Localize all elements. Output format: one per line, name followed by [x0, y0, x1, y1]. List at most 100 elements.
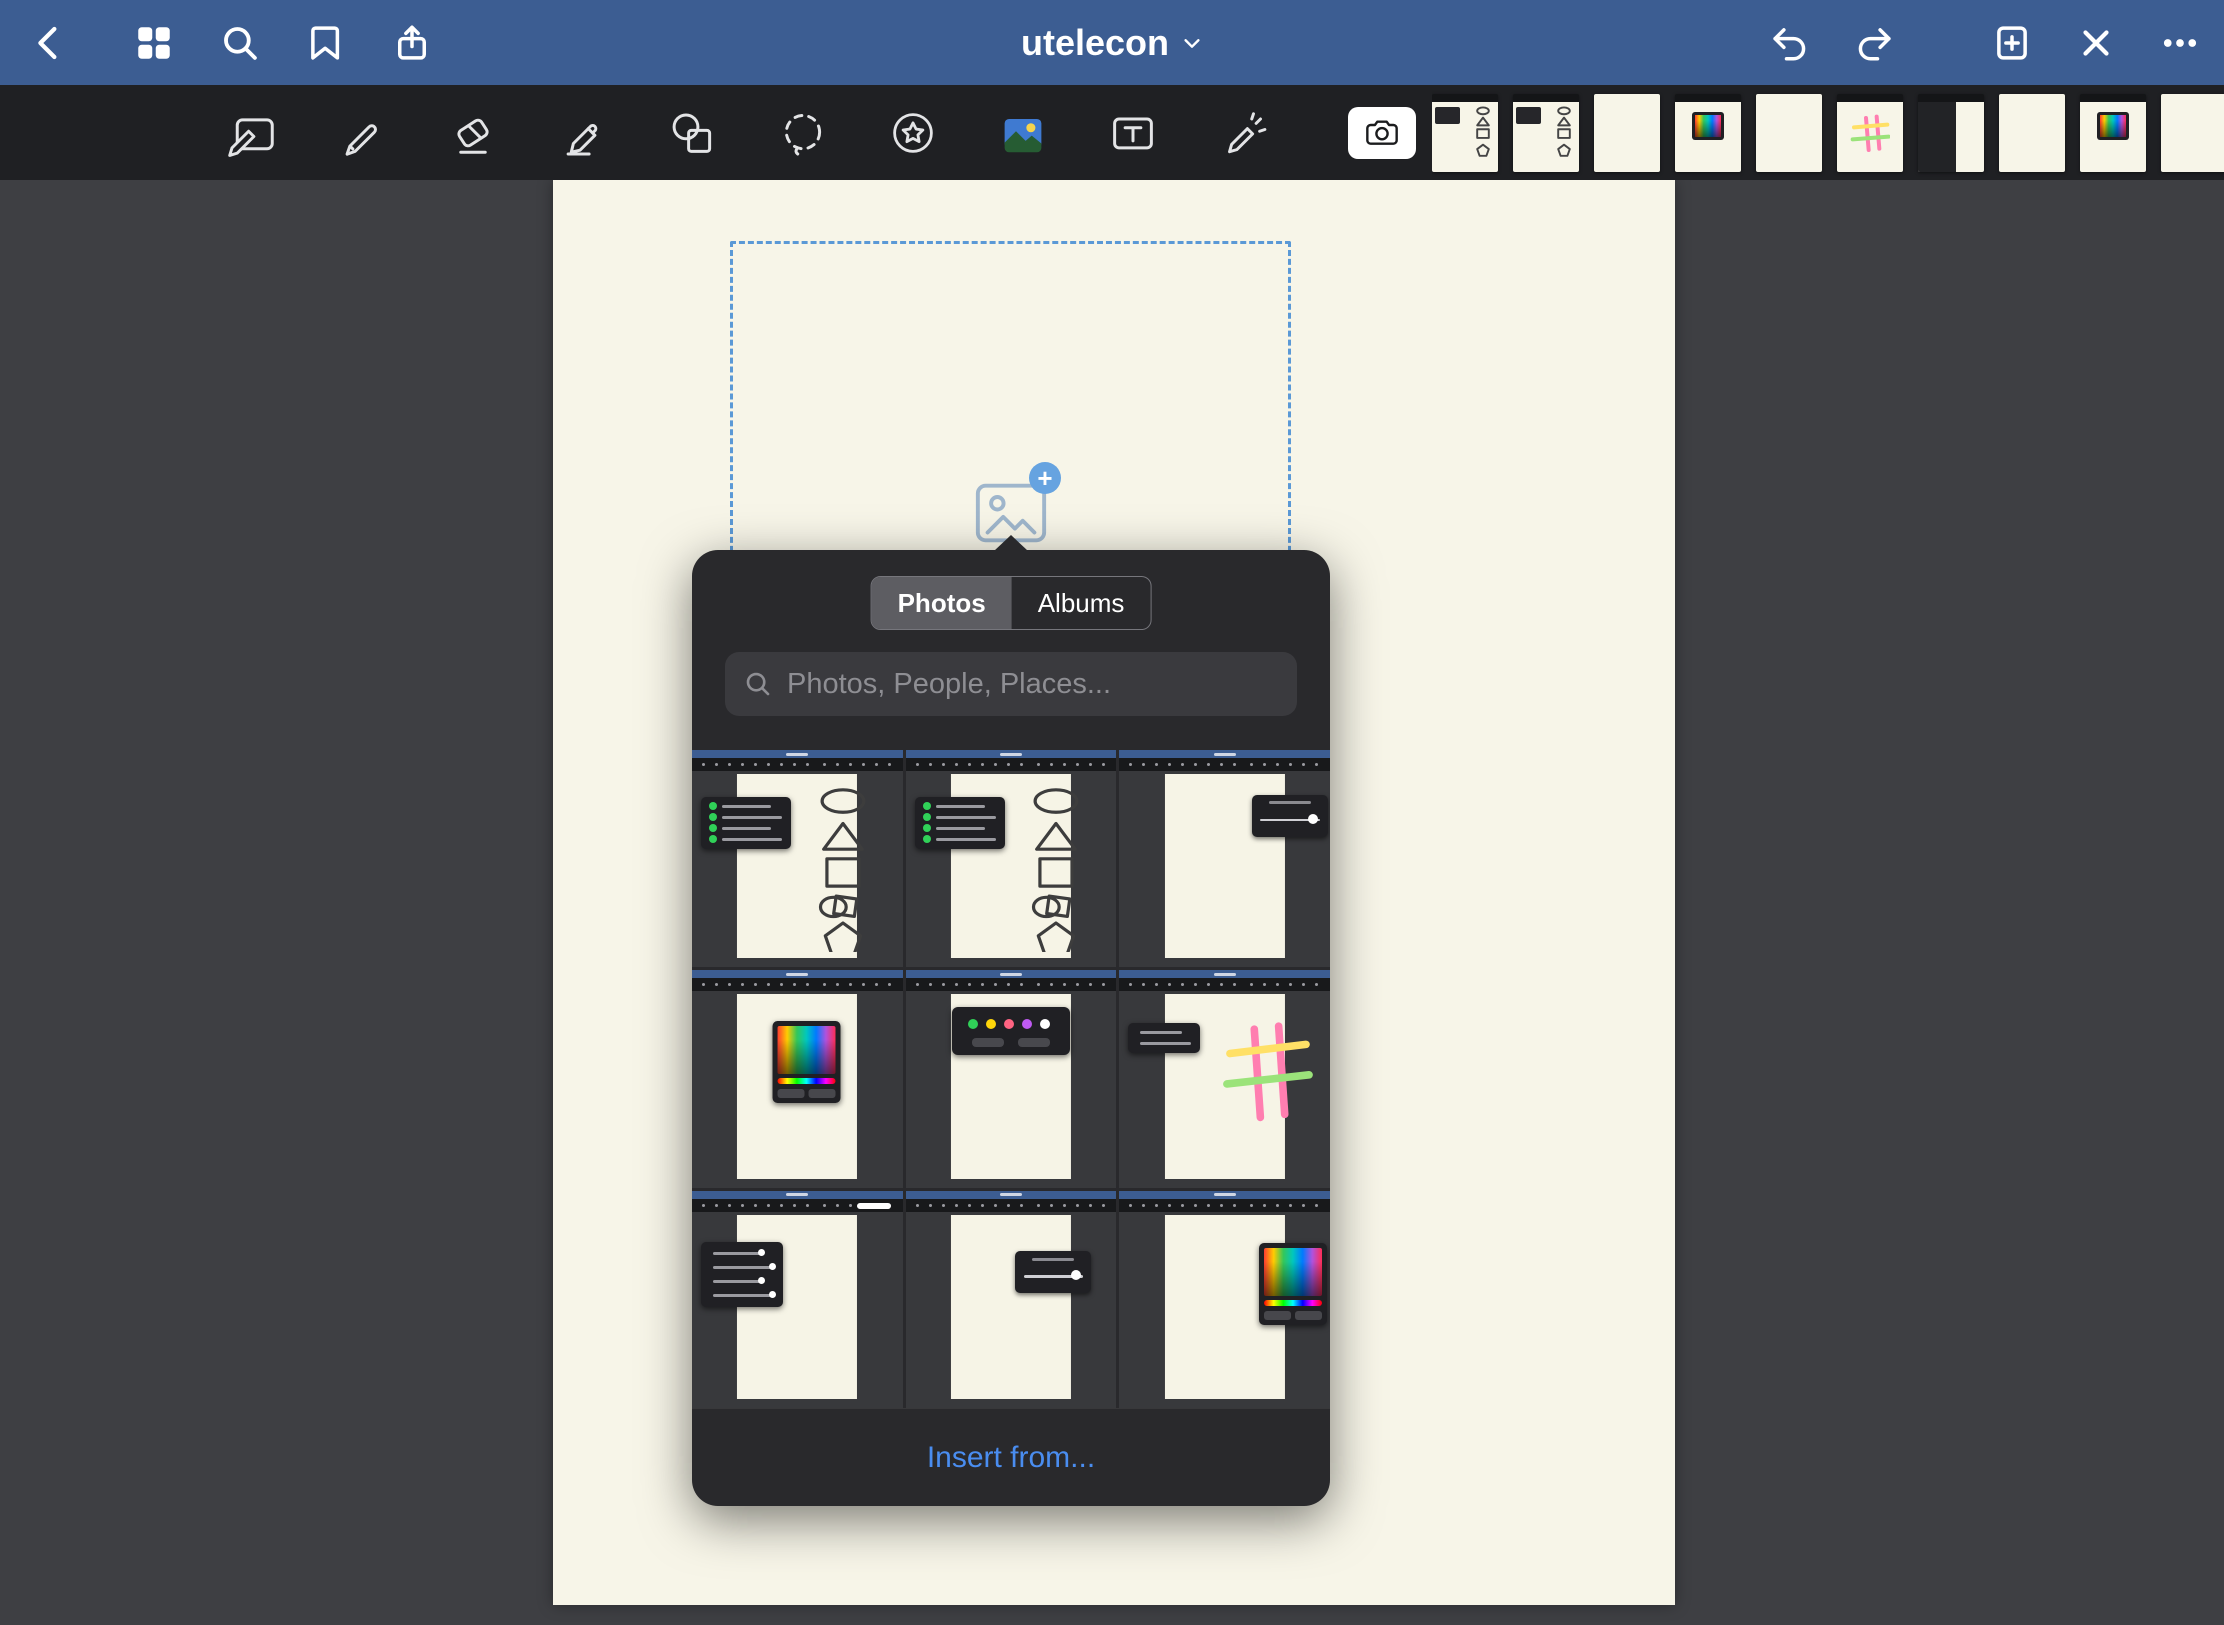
close-button[interactable]: [2068, 15, 2124, 71]
mini-topbar: [906, 750, 1117, 758]
mini-menu-overlay: [701, 797, 791, 849]
mini-topbar: [1119, 750, 1330, 758]
mini-topbar: [1119, 1191, 1330, 1199]
back-button[interactable]: [22, 15, 78, 71]
pen-tool[interactable]: [332, 102, 394, 164]
share-button[interactable]: [384, 15, 440, 71]
photo-thumbnail[interactable]: [1119, 750, 1330, 967]
page-thumbnail[interactable]: [1918, 94, 1984, 172]
laser-pointer-tool[interactable]: [1212, 102, 1274, 164]
eraser-tool[interactable]: [442, 102, 504, 164]
lasso-tool[interactable]: [772, 102, 834, 164]
lasso-tool-icon: [775, 105, 831, 161]
tab-photos[interactable]: Photos: [872, 577, 1012, 629]
photo-thumbnail[interactable]: [906, 970, 1117, 1187]
highlighter-tool[interactable]: [552, 102, 614, 164]
undo-button[interactable]: [1762, 15, 1818, 71]
page-thumbnails-button[interactable]: [126, 15, 182, 71]
mini-chrome-bar: [1837, 94, 1903, 102]
image-tool[interactable]: [992, 102, 1054, 164]
mini-chrome-bar: [1513, 94, 1579, 102]
photo-thumbnail[interactable]: [1119, 970, 1330, 1187]
mini-canvas: [906, 1212, 1117, 1408]
add-page-button[interactable]: [1984, 15, 2040, 71]
shapes-tool-icon: [665, 105, 721, 161]
redo-icon: [1853, 22, 1895, 64]
mini-dark-menu: [1918, 102, 1956, 172]
camera-button[interactable]: [1348, 107, 1416, 159]
search-button[interactable]: [212, 15, 268, 71]
popup-caret: [994, 535, 1028, 551]
search-icon: [219, 22, 261, 64]
tab-albums[interactable]: Albums: [1012, 577, 1151, 629]
page-thumbnail[interactable]: [1999, 94, 2065, 172]
mini-toolbar: [906, 1199, 1117, 1212]
chevron-down-icon: [1181, 32, 1203, 54]
bookmark-button[interactable]: [298, 15, 354, 71]
page-thumbnail[interactable]: [1594, 94, 1660, 172]
mini-toolbar: [906, 758, 1117, 771]
mini-color-dots-overlay: [952, 1007, 1070, 1055]
mini-topbar: [692, 970, 903, 978]
mini-topbar: [692, 1191, 903, 1199]
text-tool-icon: [1105, 105, 1161, 161]
topbar-left-group: [0, 15, 440, 71]
page-thumbnail[interactable]: [1675, 94, 1741, 172]
document-title-text: utelecon: [1021, 22, 1169, 64]
photo-thumbnail[interactable]: [692, 970, 903, 1187]
mini-toolbar: [1119, 758, 1330, 771]
undo-icon: [1769, 22, 1811, 64]
page-thumbnail[interactable]: [1756, 94, 1822, 172]
topbar-right-group: [1762, 0, 2208, 85]
mini-page: [1999, 94, 2065, 172]
insert-from-button[interactable]: Insert from...: [927, 1441, 1095, 1475]
panel-tool[interactable]: [222, 102, 284, 164]
search-icon: [743, 669, 773, 699]
page-thumbnail[interactable]: [2161, 94, 2224, 172]
photo-search-field[interactable]: [725, 652, 1297, 716]
back-chevron-icon: [29, 22, 71, 64]
page-thumbnail[interactable]: [1432, 94, 1498, 172]
mini-slider-overlay: [1252, 795, 1328, 837]
page-thumbnail[interactable]: [1513, 94, 1579, 172]
mini-canvas: [1119, 991, 1330, 1187]
mini-toolbar: [692, 758, 903, 771]
add-image-badge[interactable]: +: [1029, 462, 1061, 494]
eraser-tool-icon: [445, 105, 501, 161]
mini-shapes: [1473, 106, 1493, 166]
mini-canvas: [1119, 1212, 1330, 1408]
photo-thumbnail[interactable]: [906, 1191, 1117, 1408]
page-thumbnail[interactable]: [1837, 94, 1903, 172]
mini-highlighter-strokes: [1850, 114, 1890, 154]
elements-tool[interactable]: [882, 102, 944, 164]
mini-page: [1432, 102, 1498, 172]
mini-page: [1756, 94, 1822, 172]
more-options-button[interactable]: [2152, 15, 2208, 71]
mini-canvas: [906, 991, 1117, 1187]
mini-canvas: [906, 771, 1117, 967]
mini-toolbar: [692, 978, 903, 991]
pen-tool-icon: [335, 105, 391, 161]
mini-color-picker-overlay: [773, 1021, 841, 1103]
document-title[interactable]: utelecon: [1021, 0, 1203, 85]
text-tool[interactable]: [1102, 102, 1164, 164]
mini-canvas: [692, 771, 903, 967]
shapes-tool[interactable]: [662, 102, 724, 164]
page-thumbnail[interactable]: [2080, 94, 2146, 172]
photo-grid: [692, 750, 1330, 1408]
photo-thumbnail[interactable]: [692, 1191, 903, 1408]
mini-chrome-bar: [2080, 94, 2146, 102]
drawn-shapes: [804, 785, 882, 952]
mini-toolbar: [1119, 978, 1330, 991]
photo-search-input[interactable]: [787, 668, 1279, 701]
mini-page: [1513, 102, 1579, 172]
redo-button[interactable]: [1846, 15, 1902, 71]
photo-thumbnail[interactable]: [692, 750, 903, 967]
photo-thumbnail[interactable]: [906, 750, 1117, 967]
mini-chrome-bar: [1675, 94, 1741, 102]
page-thumbnail-strip: [1432, 85, 2224, 180]
mini-shapes: [1554, 106, 1574, 166]
photo-thumbnail[interactable]: [1119, 1191, 1330, 1408]
mini-toolbar: [906, 978, 1117, 991]
mini-menu-overlay: [701, 1242, 783, 1307]
